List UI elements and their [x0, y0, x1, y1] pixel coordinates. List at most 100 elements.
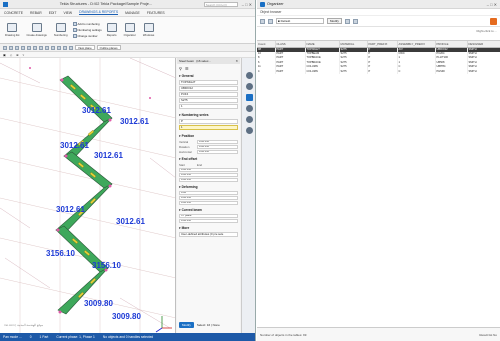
- status-zero: 0: [29, 335, 32, 339]
- table-cell: 4: [257, 69, 276, 74]
- more-header[interactable]: ▾ More: [179, 225, 238, 231]
- create-drawings-icon: [31, 23, 42, 32]
- organizer-button[interactable]: Organizer: [122, 18, 138, 42]
- close-icon[interactable]: ✕: [235, 59, 238, 63]
- dimension-label: 3009.80: [84, 299, 113, 308]
- properties-panel: Steel beam (16 selec... ✕ ⚲ ☰ ▾ General T…: [177, 58, 240, 333]
- view-plane-dropdown[interactable]: View plane: [75, 45, 95, 50]
- outline-planes-dropdown[interactable]: Outline planes: [96, 45, 121, 50]
- table-cell: PHS90: [435, 69, 468, 74]
- menu-manage[interactable]: MANAGE: [125, 11, 140, 15]
- view-tool-1[interactable]: ▣: [3, 53, 6, 57]
- select-components-icon[interactable]: [33, 45, 37, 50]
- position-value[interactable]: 0.00 mm: [197, 149, 238, 154]
- modify-button[interactable]: Modify: [179, 321, 194, 328]
- windows-button[interactable]: Windows: [141, 18, 156, 42]
- save-icon[interactable]: [268, 18, 273, 24]
- window-controls[interactable]: – □ ✕: [242, 2, 252, 7]
- grid-icon[interactable]: [245, 127, 253, 134]
- chevron-down-icon: ▾: [179, 185, 181, 189]
- select-icon[interactable]: [3, 45, 7, 50]
- table-cell: C: [397, 69, 436, 74]
- menu-view[interactable]: VIEW: [63, 11, 72, 15]
- select-assembly-icon[interactable]: [27, 45, 31, 50]
- search-icon[interactable]: ⚲: [179, 66, 182, 71]
- material-field[interactable]: PUF4: [179, 92, 238, 97]
- select-parts-icon[interactable]: [9, 45, 13, 50]
- chevron-down-icon: ▾: [179, 113, 181, 117]
- start-number-field[interactable]: 1: [179, 125, 238, 130]
- position-row: Rotation 0.00 mm: [179, 144, 238, 149]
- add-icon[interactable]: [260, 18, 265, 24]
- highlight-icon[interactable]: [490, 17, 497, 25]
- result-list-label[interactable]: Result list No: [479, 333, 497, 337]
- drawing-list-button[interactable]: Drawing list: [3, 18, 21, 42]
- menu-rebar[interactable]: REBAR: [30, 11, 42, 15]
- curved-beam-row: XY plane: [179, 213, 238, 218]
- snap-mid-icon[interactable]: [45, 45, 49, 50]
- properties-title: Steel beam: [179, 59, 195, 63]
- menu-concrete[interactable]: CONCRETE: [4, 11, 23, 15]
- edit-icon: [72, 34, 77, 38]
- search-input[interactable]: Search (Ctrl+Q): [203, 1, 238, 7]
- position-value[interactable]: 0.00 mm: [197, 144, 238, 149]
- snap-end-icon[interactable]: [39, 45, 43, 50]
- settings-icon[interactable]: [245, 83, 253, 90]
- refresh-icon[interactable]: [344, 18, 350, 24]
- numbering-settings-button[interactable]: Numbering settings: [72, 28, 102, 32]
- select-status[interactable]: Select: 16 | None: [197, 323, 220, 327]
- window-controls[interactable]: – □ ✕: [487, 2, 497, 7]
- table-row[interactable]: 4 PART COLUMN S275 P C PHS90 SMITH: [257, 69, 500, 74]
- settings-icon: [72, 28, 77, 32]
- add-to-numbering-button[interactable]: Add to numbering: [72, 22, 102, 26]
- chevron-down-icon: ▾: [179, 74, 181, 78]
- applications-icon[interactable]: [245, 116, 253, 123]
- catalog-icon[interactable]: [245, 105, 253, 112]
- snap-free-icon[interactable]: [69, 45, 73, 50]
- profile-field[interactable]: UBR/O12: [179, 86, 238, 91]
- chevron-down-icon: ▾: [179, 157, 181, 161]
- snap-grid-icon[interactable]: [51, 45, 55, 50]
- menu-icon[interactable]: ☰: [185, 66, 189, 71]
- change-number-button[interactable]: Change number: [72, 34, 102, 38]
- model-3d-view[interactable]: 3012.61 3012.61 3012.61 3012.61 3012.61 …: [0, 58, 176, 333]
- selection-count: (16 selec...: [196, 59, 211, 63]
- organizer-modify-button[interactable]: Modify: [327, 18, 342, 24]
- view-tool-3[interactable]: ⊕: [16, 53, 19, 57]
- table-cell: PART: [275, 69, 306, 74]
- numbering-section: ▾ Numbering series P 1: [177, 111, 240, 132]
- property-set-dropdown[interactable]: ■ Default: [276, 18, 324, 24]
- menu-edit[interactable]: EDIT: [49, 11, 57, 15]
- view-tool-2[interactable]: ◇: [10, 53, 12, 57]
- select-bolts-icon[interactable]: [15, 45, 19, 50]
- user-defined-attributes-button[interactable]: User-defined attributes (0 pre sele: [179, 232, 238, 237]
- reports-button[interactable]: Reports: [105, 18, 119, 42]
- work-area: 3012.61 3012.61 3012.61 3012.61 3012.61 …: [0, 58, 255, 333]
- chevron-down-icon: ▾: [179, 226, 181, 230]
- menu-drawings-reports[interactable]: DRAWINGS & REPORTS: [79, 10, 119, 15]
- select-welds-icon[interactable]: [21, 45, 25, 50]
- create-drawings-button[interactable]: Create drawings: [24, 18, 48, 42]
- snap-point-icon[interactable]: [63, 45, 67, 50]
- model-drawing: 3012.61 3012.61 3012.61 3012.61 3012.61 …: [0, 58, 175, 333]
- view-tool-4[interactable]: ▿: [23, 53, 25, 57]
- table-cell: S275: [339, 69, 368, 74]
- name-field[interactable]: TOPNIGHT: [179, 80, 238, 85]
- end-offset-section: ▾ End offset Start End 0.00 mm 0.00 mm 0.0…: [177, 155, 240, 183]
- property-pane-icon[interactable]: [245, 72, 253, 79]
- general-header[interactable]: ▾ General: [179, 73, 238, 79]
- numbering-button[interactable]: Numbering: [52, 18, 70, 42]
- numbering-header[interactable]: ▾ Numbering series: [179, 112, 238, 118]
- numbering-icon: [55, 23, 66, 32]
- filter-icon[interactable]: [352, 18, 358, 24]
- properties-tab-icon[interactable]: [245, 94, 253, 101]
- organizer-title-bar: Organizer – □ ✕: [257, 0, 500, 9]
- snap-line-icon[interactable]: [57, 45, 61, 50]
- menu-features[interactable]: FEATURES: [147, 11, 165, 15]
- phase-field[interactable]: 1: [179, 104, 238, 109]
- part-prefix-field[interactable]: P: [179, 119, 238, 124]
- general-section: ▾ General TOPNIGHT UBR/O12 PUF4 S275 1: [177, 72, 240, 111]
- finish-field[interactable]: S275: [179, 98, 238, 103]
- dimension-label: 3009.80: [112, 312, 141, 321]
- position-value[interactable]: 0.00 mm: [197, 139, 238, 144]
